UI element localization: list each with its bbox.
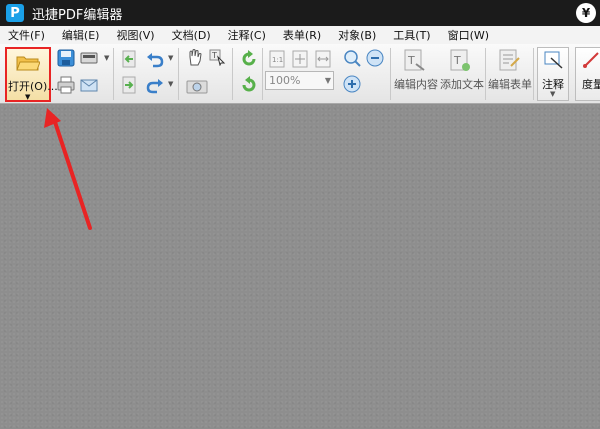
redo-icon[interactable]	[146, 76, 164, 94]
undo-icon[interactable]	[146, 50, 164, 68]
select-text-icon[interactable]: T	[208, 48, 226, 66]
chevron-down-icon[interactable]: ▼	[168, 80, 173, 88]
svg-text:T: T	[453, 54, 461, 67]
folder-icon	[16, 56, 40, 71]
chevron-down-icon[interactable]: ▼	[168, 54, 173, 62]
zoom-value: 100%	[269, 74, 301, 87]
open-button[interactable]: 打开(O)... ▼	[5, 47, 58, 102]
menu-comment[interactable]: 注释(C)	[228, 27, 266, 43]
hand-icon[interactable]	[186, 48, 204, 66]
zoom-out-icon[interactable]	[366, 49, 384, 67]
rotate-icon[interactable]	[240, 50, 258, 68]
edit-content-icon[interactable]: T	[402, 48, 426, 72]
menu-object[interactable]: 对象(B)	[338, 27, 376, 43]
app-title: 迅捷PDF编辑器	[32, 7, 123, 23]
email-icon[interactable]	[80, 76, 98, 94]
menu-edit[interactable]: 编辑(E)	[62, 27, 100, 43]
yen-icon[interactable]: ¥	[576, 3, 596, 23]
svg-text:1:1: 1:1	[272, 56, 283, 64]
ruler-icon	[583, 52, 599, 68]
add-text-icon[interactable]: T	[448, 48, 472, 72]
forward-icon[interactable]	[120, 76, 138, 94]
menu-form[interactable]: 表单(R)	[283, 27, 321, 43]
annotate-button[interactable]: 注释 ▼	[537, 47, 569, 101]
comment-icon	[544, 51, 563, 69]
title-bar: P 迅捷PDF编辑器 ¥	[0, 0, 600, 26]
edit-content-label: 编辑内容	[394, 78, 438, 91]
zoom-in-icon[interactable]	[343, 75, 361, 93]
zoom-tool-icon[interactable]	[343, 49, 361, 67]
document-workspace[interactable]	[0, 104, 600, 429]
toolbar: 打开(O)... ▼ ▼ ▼ ▼ T 1:1 100% ▼ T 编辑内容 T 添…	[0, 44, 600, 104]
save-icon[interactable]	[57, 49, 75, 67]
camera-icon[interactable]	[186, 76, 208, 94]
edit-form-label: 编辑表单	[488, 78, 532, 91]
chevron-down-icon[interactable]: ▼	[25, 93, 30, 101]
menu-document[interactable]: 文档(D)	[172, 27, 211, 43]
fit-width-icon[interactable]	[314, 50, 332, 68]
menu-bar: 文件(F) 编辑(E) 视图(V) 文档(D) 注释(C) 表单(R) 对象(B…	[0, 26, 600, 44]
print-icon[interactable]	[57, 76, 75, 94]
rotate-icon[interactable]	[240, 76, 258, 94]
menu-tools[interactable]: 工具(T)	[393, 27, 430, 43]
measure-button[interactable]: 度量	[575, 47, 600, 101]
app-logo: P	[6, 4, 24, 22]
fit-page-icon[interactable]	[291, 50, 309, 68]
edit-form-icon[interactable]	[497, 48, 521, 72]
svg-text:T: T	[407, 54, 415, 67]
svg-text:T: T	[211, 51, 217, 60]
actual-size-icon[interactable]: 1:1	[268, 50, 286, 68]
menu-view[interactable]: 视图(V)	[116, 27, 154, 43]
chevron-down-icon: ▼	[550, 90, 556, 98]
back-icon[interactable]	[120, 50, 138, 68]
chevron-down-icon: ▼	[324, 76, 331, 85]
add-text-label: 添加文本	[440, 78, 484, 91]
measure-label: 度量	[582, 78, 600, 91]
scanner-icon[interactable]	[80, 49, 98, 67]
menu-window[interactable]: 窗口(W)	[448, 27, 489, 43]
menu-file[interactable]: 文件(F)	[8, 27, 45, 43]
chevron-down-icon[interactable]: ▼	[104, 54, 109, 62]
open-label: 打开(O)...	[8, 80, 58, 93]
zoom-select[interactable]: 100% ▼	[265, 71, 334, 90]
